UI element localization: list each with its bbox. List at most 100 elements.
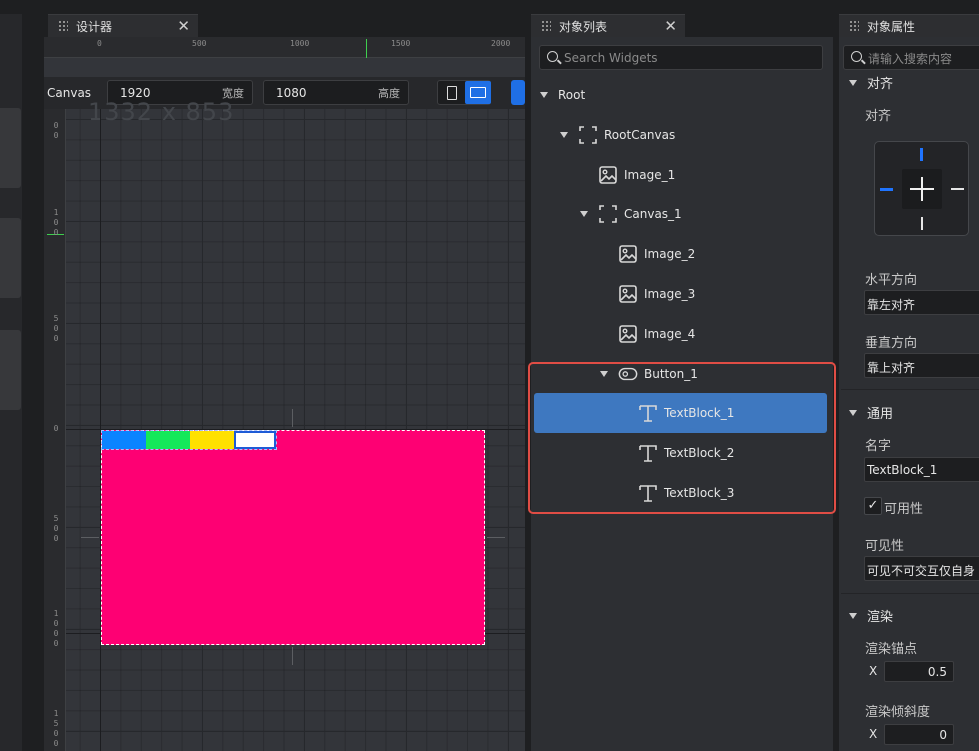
tree-item-image_1[interactable]: Image_1 — [531, 155, 833, 195]
top-bar — [0, 0, 979, 14]
app-root: 设计器 ✕ 对象列表 ✕ 对象属性 0 500 1000 1500 2000 C… — [0, 0, 979, 751]
ruler-tick-label: 00 — [53, 121, 59, 140]
tree-item-label: Image_1 — [624, 167, 676, 182]
center-crosshair — [292, 647, 293, 665]
drag-grip-icon[interactable] — [541, 20, 551, 32]
text-block-widget-3[interactable] — [190, 431, 234, 449]
image-icon — [618, 324, 638, 344]
canvas-icon — [598, 204, 618, 224]
ruler-tick-label: 1000 — [290, 39, 310, 48]
ruler-tick-label: 1500 — [53, 709, 59, 748]
tree-item-root[interactable]: Root — [531, 75, 833, 115]
center-crosshair — [81, 537, 99, 538]
pivot-x-axis-label: X — [869, 664, 878, 678]
canvas-height-value: 1080 — [276, 85, 307, 100]
divider — [841, 593, 979, 594]
visibility-select[interactable]: 可见不可交互仅自身 — [864, 556, 979, 581]
anchor-right-marker[interactable] — [951, 188, 964, 190]
tree-item-label: Canvas_1 — [624, 207, 682, 222]
text-block-widget-2[interactable] — [146, 431, 190, 449]
section-render-header[interactable]: 渲染 — [849, 606, 893, 625]
ruler-horizontal[interactable]: 0 500 1000 1500 2000 — [44, 37, 525, 58]
props-search[interactable]: 请输入搜索内容 — [843, 45, 979, 70]
section-align-title: 对齐 — [867, 77, 894, 92]
vertical-align-select[interactable]: 靠上对齐 — [864, 353, 979, 378]
caret-down-icon[interactable] — [580, 211, 588, 218]
close-icon[interactable]: ✕ — [177, 17, 190, 35]
tree-item-label: RootCanvas — [604, 127, 676, 142]
left-panel-item[interactable] — [0, 108, 21, 188]
caret-down-icon — [849, 612, 857, 619]
anchor-selector[interactable] — [874, 141, 969, 236]
tab-object-props[interactable]: 对象属性 — [839, 14, 979, 37]
widget-search-input[interactable] — [564, 49, 814, 66]
landscape-icon[interactable] — [465, 81, 491, 104]
tab-designer[interactable]: 设计器 ✕ — [48, 14, 198, 37]
section-general-title: 通用 — [867, 407, 894, 422]
ruler-tick-label: 500 — [53, 514, 59, 543]
props-search-placeholder[interactable]: 请输入搜索内容 — [868, 50, 952, 67]
visibility-label: 可见性 — [865, 539, 905, 554]
tree-item-canvas_1[interactable]: Canvas_1 — [531, 194, 833, 234]
button-widget[interactable] — [101, 430, 277, 450]
ruler-tick-label: 500 — [53, 314, 59, 343]
ruler-vertical[interactable]: 00 100 500 0 500 1000 1500 — [44, 109, 66, 751]
center-crosshair — [487, 537, 505, 538]
tree-item-label: Image_4 — [644, 326, 696, 341]
tree-item-label: Image_3 — [644, 287, 696, 301]
anchor-left-marker[interactable] — [880, 188, 893, 191]
left-panel-item[interactable] — [0, 330, 21, 410]
pivot-x-field[interactable]: 0.5 — [884, 661, 954, 682]
center-crosshair — [292, 409, 293, 427]
anchor-top-marker[interactable] — [920, 148, 923, 161]
close-icon[interactable]: ✕ — [664, 17, 677, 35]
name-field[interactable]: TextBlock_1 — [864, 457, 979, 482]
caret-down-icon[interactable] — [560, 131, 568, 138]
tab-object-list[interactable]: 对象列表 ✕ — [531, 14, 685, 37]
tree-item-image_2[interactable]: Image_2 — [531, 234, 833, 274]
anchor-center[interactable] — [902, 169, 942, 209]
object-list-panel: Root RootCanvas Image_1 Canvas_1 Image_2 Imag… — [528, 37, 836, 751]
name-label: 名字 — [865, 439, 892, 454]
tree-item-image_4[interactable]: Image_4 — [531, 314, 833, 354]
layout-mode-button[interactable] — [511, 80, 525, 105]
plus-icon-h — [910, 188, 934, 190]
search-icon — [547, 51, 558, 62]
enabled-checkbox[interactable]: ✓ — [864, 497, 882, 515]
vertical-label: 垂直方向 — [865, 336, 918, 351]
caret-down-icon — [849, 409, 857, 416]
left-panel-item[interactable] — [0, 218, 21, 298]
portrait-icon[interactable] — [447, 86, 457, 100]
horizontal-align-select[interactable]: 靠左对齐 — [864, 290, 979, 315]
highlight-box — [528, 362, 836, 514]
selected-text-block[interactable] — [234, 431, 276, 449]
section-align-header[interactable]: 对齐 — [849, 73, 893, 92]
drag-grip-icon[interactable] — [58, 20, 68, 32]
horizontal-label: 水平方向 — [865, 273, 918, 288]
tree-item-rootcanvas[interactable]: RootCanvas — [531, 115, 833, 155]
canvas-height-field[interactable]: 1080 高度 — [263, 80, 409, 105]
enabled-label: 可用性 — [884, 502, 924, 517]
caret-down-icon[interactable] — [540, 92, 548, 98]
ruler-tick-label: 0 — [97, 39, 102, 48]
drag-grip-icon[interactable] — [849, 20, 859, 32]
canvas-height-suffix: 高度 — [378, 86, 400, 100]
pivot-label: 渲染锚点 — [865, 642, 918, 657]
divider — [841, 389, 979, 390]
left-collapsed-panel — [0, 14, 22, 751]
section-general-header[interactable]: 通用 — [849, 403, 893, 422]
ruler-tick-label: 100 — [53, 208, 59, 237]
tree-item-image_3[interactable]: Image_3 — [531, 274, 833, 314]
widget-search[interactable] — [539, 45, 823, 70]
orientation-toggle[interactable] — [437, 80, 491, 105]
caret-down-icon — [849, 79, 857, 86]
shear-x-field[interactable]: 0 — [884, 724, 954, 745]
image-icon — [618, 284, 638, 304]
section-render-title: 渲染 — [867, 610, 894, 625]
canvas-resolution-watermark: 1332 x 853 — [88, 98, 235, 126]
text-block-widget-1[interactable] — [102, 431, 146, 449]
anchor-bottom-marker[interactable] — [921, 217, 923, 230]
canvas-widget[interactable] — [101, 430, 485, 645]
align-label: 对齐 — [865, 109, 892, 124]
ruler-tick-label: 1500 — [391, 39, 411, 48]
